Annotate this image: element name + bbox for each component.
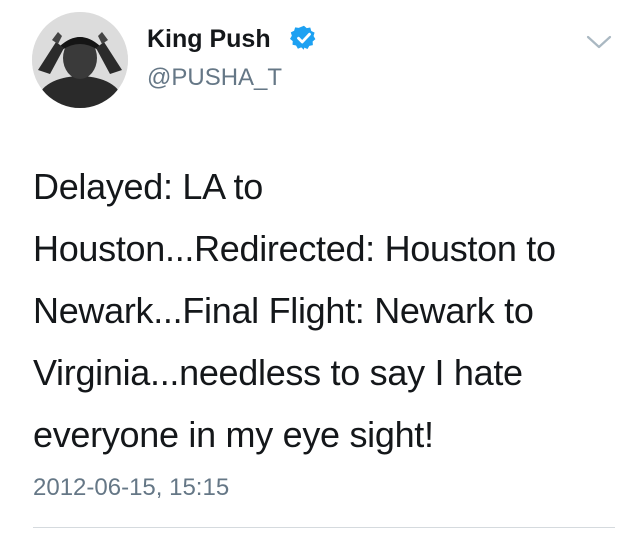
avatar[interactable]: [32, 12, 128, 108]
user-handle[interactable]: @PUSHA_T: [147, 63, 282, 93]
profile-photo-icon: [32, 12, 128, 108]
tweet-text: Delayed: LA to Houston...Redirected: Hou…: [33, 166, 556, 455]
divider: [33, 527, 615, 528]
display-name[interactable]: King Push: [147, 24, 271, 54]
tweet-card: King Push @PUSHA_T Delayed: LA to Housto…: [0, 0, 640, 536]
chevron-down-icon[interactable]: [584, 30, 614, 54]
tweet-timestamp[interactable]: 2012-06-15, 15:15: [33, 473, 229, 503]
verified-badge-icon: [290, 25, 316, 50]
